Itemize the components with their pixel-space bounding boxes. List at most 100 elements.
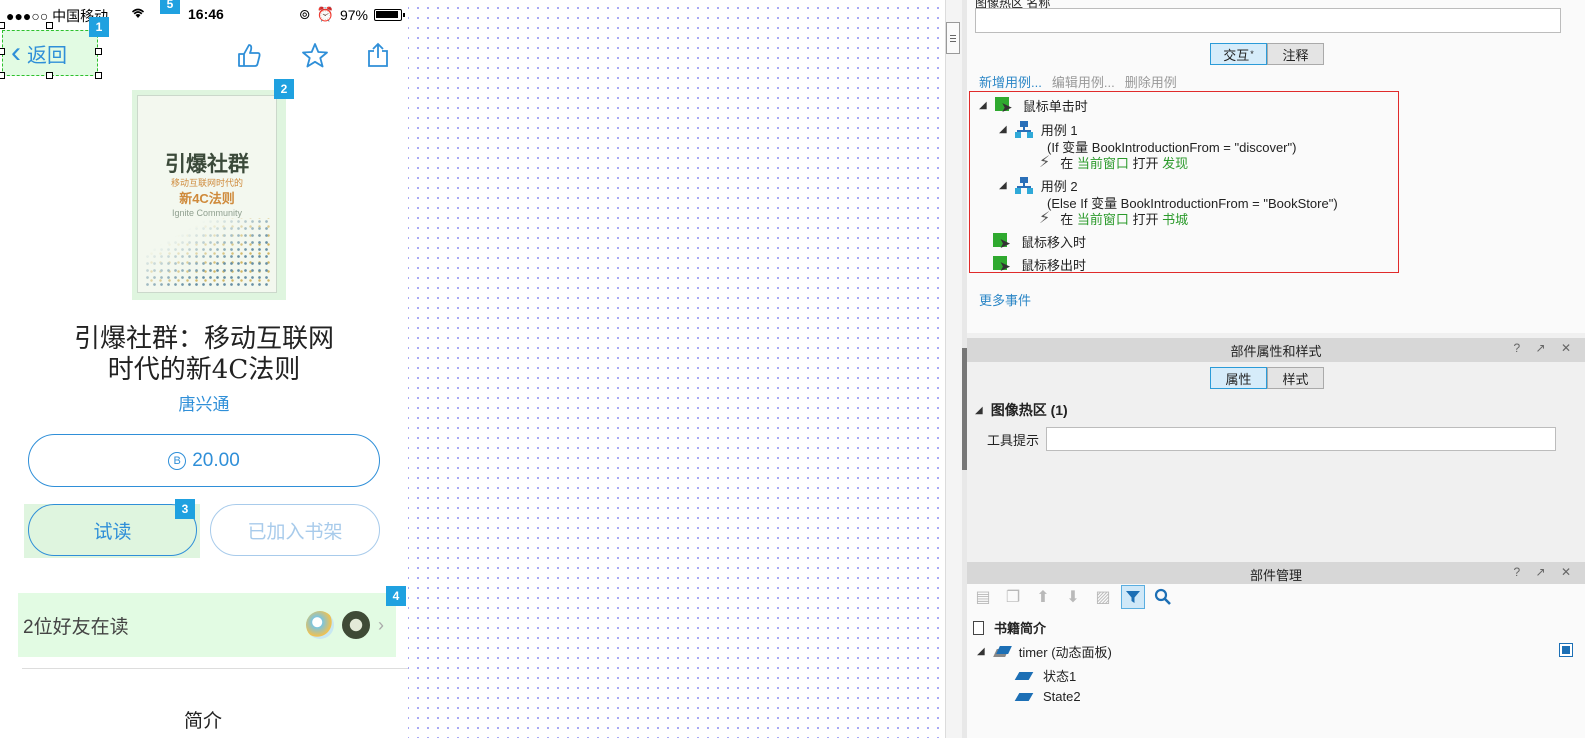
tree-dynamic-panel[interactable]: ◢ timer (动态面板) bbox=[977, 642, 1112, 661]
battery-icon bbox=[374, 8, 405, 21]
canvas-scrollbar[interactable] bbox=[945, 0, 967, 738]
resize-handle[interactable] bbox=[0, 72, 5, 79]
copy-icon[interactable]: ❐ bbox=[1001, 585, 1025, 609]
hotspot-group-header[interactable]: ◢ 图像热区 (1) bbox=[975, 400, 1068, 420]
intro-heading: 简介 bbox=[184, 711, 223, 732]
price-value: 20.00 bbox=[192, 449, 240, 471]
tab-style[interactable]: 样式 bbox=[1267, 367, 1324, 389]
added-to-shelf-button[interactable]: 已加入书架 bbox=[210, 504, 380, 556]
tree-page-item[interactable]: 书籍简介 bbox=[973, 618, 1046, 637]
back-button[interactable]: ‹ 返回 bbox=[2, 30, 98, 76]
more-events-link[interactable]: 更多事件 bbox=[979, 290, 1031, 309]
resize-handle[interactable] bbox=[0, 48, 5, 55]
delete-case-link[interactable]: 删除用例 bbox=[1125, 72, 1177, 91]
status-bar: ●●●○○ 中国移动 16:46 ⊚ ⏰ 97% bbox=[6, 6, 405, 24]
alarm-icon: ⏰ bbox=[316, 6, 334, 22]
thumbs-up-icon[interactable] bbox=[236, 42, 262, 75]
book-author[interactable]: 唐兴通 bbox=[0, 390, 408, 415]
move-up-icon[interactable]: ⬆ bbox=[1031, 585, 1055, 609]
event-mouse-leave[interactable]: ➤ 鼠标移出时 bbox=[993, 255, 1086, 274]
widget-badge-4: 4 bbox=[386, 586, 406, 606]
try-read-label: 试读 bbox=[93, 521, 132, 543]
star-icon[interactable] bbox=[301, 42, 329, 75]
tree-state-item[interactable]: 状态1 bbox=[1014, 666, 1076, 685]
search-icon[interactable] bbox=[1151, 585, 1175, 609]
inspector-panel: 图像热区 名称 交互 * 注释 新增用例... 编辑用例... 删除用例 ◢ ➤ … bbox=[967, 0, 1585, 738]
case-tree-icon bbox=[1014, 120, 1033, 139]
tab-notes[interactable]: 注释 bbox=[1267, 43, 1324, 65]
tree-state-item[interactable]: State2 bbox=[1014, 689, 1081, 704]
filter-icon[interactable] bbox=[1121, 585, 1145, 609]
resize-handle[interactable] bbox=[0, 22, 5, 29]
chevron-right-icon: › bbox=[378, 614, 384, 635]
widget-badge-2: 2 bbox=[274, 79, 294, 99]
chevron-left-icon: ‹ bbox=[11, 36, 21, 69]
rotation-lock-icon: ⊚ bbox=[298, 6, 311, 22]
case-actions: 新增用例... 编辑用例... 删除用例 bbox=[979, 72, 1177, 91]
status-time: 16:46 bbox=[188, 6, 224, 22]
battery-percent: 97% bbox=[339, 6, 368, 23]
collapse-triangle-icon[interactable]: ◢ bbox=[975, 405, 983, 416]
mouse-event-icon: ➤ bbox=[993, 232, 1013, 251]
tab-interactions[interactable]: 交互 * bbox=[1210, 43, 1267, 65]
properties-tabs: 属性 样式 bbox=[1210, 367, 1324, 389]
cover-subtitle2: 新4C法则 bbox=[179, 191, 235, 206]
event-onclick[interactable]: ◢ ➤ 鼠标单击时 bbox=[979, 96, 1088, 115]
tooltip-label: 工具提示 bbox=[987, 433, 1040, 448]
event-mouse-enter[interactable]: ➤ 鼠标移入时 bbox=[993, 232, 1086, 251]
book-cover-image: 引爆社群 移动互联网时代的 新4C法则 Ignite Community bbox=[137, 95, 277, 293]
scrollbar-track[interactable] bbox=[945, 0, 962, 738]
properties-panel-header: 部件属性和样式 ? ↗ ✕ bbox=[967, 338, 1585, 362]
panel-controls[interactable]: ? ↗ ✕ bbox=[1514, 341, 1577, 355]
friends-reading-label: 2位好友在读 bbox=[23, 616, 129, 638]
book-title-line2: 时代的新4C法则 bbox=[107, 355, 301, 385]
resize-handle[interactable] bbox=[46, 72, 53, 79]
friends-reading-row[interactable]: 2位好友在读 › bbox=[18, 593, 396, 657]
page-icon bbox=[973, 620, 984, 635]
mouse-event-icon: ➤ bbox=[993, 255, 1013, 274]
design-canvas[interactable]: ●●●○○ 中国移动 16:46 ⊚ ⏰ 97% 5 ‹ 返回 1 引爆社群 移… bbox=[0, 0, 945, 738]
hotspot-name-input[interactable] bbox=[975, 8, 1561, 33]
cover-title: 引爆社群 bbox=[165, 153, 249, 176]
resize-handle[interactable] bbox=[95, 72, 102, 79]
divider bbox=[22, 668, 408, 669]
lightning-icon: ⚡ bbox=[1039, 210, 1051, 227]
share-icon[interactable] bbox=[366, 42, 390, 75]
scrollbar-thumb[interactable] bbox=[946, 22, 960, 54]
case-1-action[interactable]: ⚡ 在 当前窗口 打开 发现 bbox=[1039, 152, 1188, 172]
mouse-event-icon: ➤ bbox=[994, 96, 1015, 115]
cover-pattern bbox=[144, 218, 272, 288]
case-2-action[interactable]: ⚡ 在 当前窗口 打开 书城 bbox=[1039, 208, 1188, 228]
collapse-triangle-icon[interactable]: ◢ bbox=[977, 646, 985, 657]
buy-price-button[interactable]: B 20.00 bbox=[28, 434, 380, 487]
widget-badge-5: 5 bbox=[160, 0, 180, 14]
resize-handle[interactable] bbox=[95, 48, 102, 55]
back-button-label: 返回 bbox=[27, 44, 67, 67]
add-case-link[interactable]: 新增用例... bbox=[979, 72, 1042, 91]
visibility-checkbox[interactable] bbox=[1559, 643, 1573, 657]
add-folder-icon[interactable]: ▤ bbox=[971, 585, 995, 609]
dynamic-panel-icon bbox=[993, 646, 1011, 658]
wifi-icon bbox=[130, 6, 146, 23]
move-down-icon[interactable]: ⬇ bbox=[1061, 585, 1085, 609]
tooltip-input[interactable] bbox=[1046, 427, 1556, 451]
try-read-button[interactable]: 试读 bbox=[28, 504, 197, 556]
widget-badge-3: 3 bbox=[175, 499, 195, 519]
collapse-triangle-icon[interactable]: ◢ bbox=[999, 180, 1007, 191]
delete-icon[interactable]: ▨ bbox=[1091, 585, 1115, 609]
widget-manager-header: 部件管理 ? ↗ ✕ bbox=[967, 562, 1585, 586]
interaction-tabs: 交互 * 注释 bbox=[1210, 43, 1324, 65]
phone-page: ●●●○○ 中国移动 16:46 ⊚ ⏰ 97% 5 ‹ 返回 1 引爆社群 移… bbox=[0, 0, 408, 738]
tab-properties[interactable]: 属性 bbox=[1210, 367, 1267, 389]
cover-english: Ignite Community bbox=[171, 208, 243, 218]
panel-controls[interactable]: ? ↗ ✕ bbox=[1514, 565, 1577, 579]
widget-manager-toolbar: ▤ ❐ ⬆ ⬇ ▨ bbox=[971, 585, 1175, 609]
added-to-shelf-label: 已加入书架 bbox=[247, 521, 343, 543]
avatar bbox=[306, 611, 334, 639]
collapse-triangle-icon[interactable]: ◢ bbox=[979, 100, 987, 111]
edit-case-link[interactable]: 编辑用例... bbox=[1052, 72, 1115, 91]
collapse-triangle-icon[interactable]: ◢ bbox=[999, 124, 1007, 135]
widget-badge-1: 1 bbox=[89, 17, 109, 37]
case-tree-icon bbox=[1014, 176, 1033, 195]
resize-handle[interactable] bbox=[46, 22, 53, 29]
